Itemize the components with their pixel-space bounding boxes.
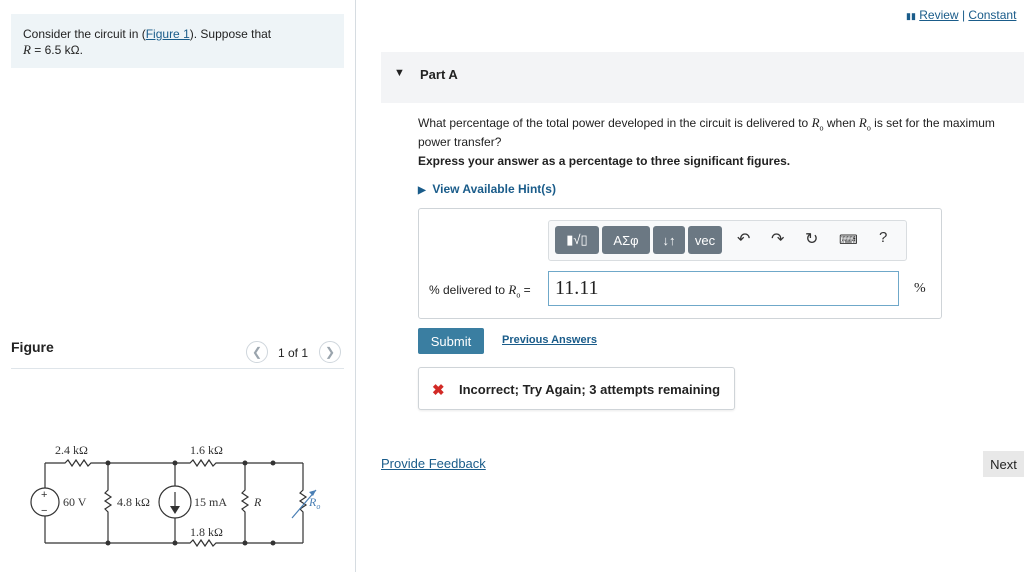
keyboard-icon[interactable]: ⌨ <box>839 232 858 248</box>
incorrect-x-icon: ✖ <box>432 382 445 399</box>
redo-icon[interactable]: ↷ <box>771 229 784 249</box>
voltage-source-label: 60 V <box>63 495 87 509</box>
load-resistor-label: Ro <box>308 495 320 511</box>
unit-label: % <box>914 281 926 296</box>
reset-icon[interactable]: ↻ <box>805 229 818 249</box>
chevron-right-icon: ❯ <box>324 345 336 359</box>
resistor-label-r: R <box>253 495 262 509</box>
templates-button[interactable]: ▮√▯ <box>555 226 599 254</box>
submit-button[interactable]: Submit <box>418 328 484 354</box>
answer-instruction: Express your answer as a percentage to t… <box>418 154 791 168</box>
resistor-label-1-6k: 1.6 kΩ <box>190 443 223 457</box>
answer-label: % delivered to Ro = <box>429 282 531 300</box>
minus-sign: − <box>41 505 47 517</box>
chevron-left-icon: ❮ <box>251 345 263 359</box>
next-button[interactable]: Next <box>983 451 1024 477</box>
plus-sign: + <box>41 489 47 501</box>
previous-answers-link[interactable]: Previous Answers <box>502 334 597 346</box>
resistor-label-1-8k: 1.8 kΩ <box>190 525 223 539</box>
problem-text-2: ). Suppose that <box>189 27 272 41</box>
greek-symbols-button[interactable]: ΑΣφ <box>602 226 650 254</box>
part-header[interactable] <box>381 52 1024 103</box>
figure-title: Figure <box>11 339 54 355</box>
top-links: ▮▮ Review | Constant <box>906 8 1016 22</box>
previous-figure-button[interactable]: ❮ <box>246 341 268 363</box>
math-toolbar: ▮√▯ ΑΣφ ↓↑ vec ↶ ↷ ↻ ⌨ ? <box>548 220 907 261</box>
figure-divider <box>11 368 344 369</box>
problem-text-1: Consider the circuit in ( <box>23 27 146 41</box>
answer-input[interactable] <box>548 271 899 306</box>
constants-link[interactable]: Constant <box>968 8 1016 22</box>
resistor-label-4-8k: 4.8 kΩ <box>117 495 150 509</box>
help-button[interactable]: ? <box>879 229 887 246</box>
resistor-symbol: R <box>23 42 31 57</box>
provide-feedback-link[interactable]: Provide Feedback <box>381 456 486 471</box>
resistor-value: = 6.5 kΩ. <box>30 43 83 57</box>
resistor-label-2-4k: 2.4 kΩ <box>55 443 88 457</box>
vector-button[interactable]: vec <box>688 226 722 254</box>
figure-link[interactable]: Figure 1 <box>146 27 190 41</box>
figure-pager-count: 1 of 1 <box>278 346 309 360</box>
book-icon: ▮▮ <box>906 11 916 21</box>
circuit-diagram: 2.4 kΩ 1.6 kΩ 60 V 4.8 kΩ 15 mA R 1.8 kΩ… <box>30 443 320 548</box>
caret-right-icon: ▶ <box>418 185 426 196</box>
column-divider <box>355 0 356 572</box>
link-separator: | <box>958 8 969 22</box>
next-figure-button[interactable]: ❯ <box>319 341 341 363</box>
question-text: What percentage of the total power devel… <box>418 115 995 150</box>
caret-down-icon[interactable]: ▼ <box>394 67 405 79</box>
problem-statement: Consider the circuit in (Figure 1). Supp… <box>23 27 271 58</box>
view-hints-toggle[interactable]: ▶ View Available Hint(s) <box>418 182 556 196</box>
subscript-superscript-button[interactable]: ↓↑ <box>653 226 685 254</box>
review-link[interactable]: Review <box>919 8 958 22</box>
current-source-label: 15 mA <box>194 495 227 509</box>
undo-icon[interactable]: ↶ <box>737 229 750 249</box>
feedback-text: Incorrect; Try Again; 3 attempts remaini… <box>459 382 721 397</box>
part-title: Part A <box>420 67 458 82</box>
